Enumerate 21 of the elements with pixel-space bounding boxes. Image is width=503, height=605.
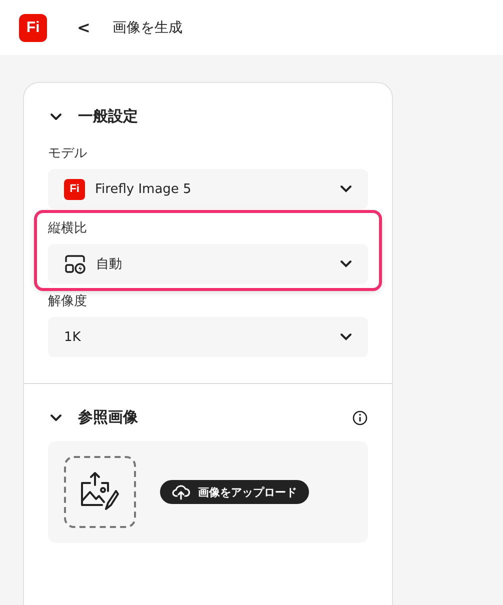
aspect-ratio-icon bbox=[64, 254, 86, 274]
cloud-upload-icon bbox=[172, 484, 190, 500]
section-title: 一般設定 bbox=[78, 107, 139, 126]
chevron-down-icon bbox=[340, 333, 352, 341]
drop-zone[interactable] bbox=[64, 456, 136, 528]
dropdown[interactable]: Fi Firefly Image 5 bbox=[48, 169, 368, 209]
field-label: 縦横比 bbox=[48, 220, 88, 237]
model-logo: Fi bbox=[64, 178, 85, 200]
image-upload-icon bbox=[78, 471, 122, 513]
dropdown[interactable]: 自動 bbox=[48, 244, 368, 284]
back-button[interactable]: < bbox=[73, 18, 94, 37]
upload-button[interactable]: 画像をアップロード bbox=[160, 480, 309, 504]
chevron-down-icon bbox=[340, 260, 352, 268]
chevron-down-icon bbox=[340, 185, 352, 193]
dropdown[interactable]: 1K bbox=[48, 317, 368, 357]
info-icon[interactable] bbox=[352, 410, 368, 426]
page-title: 画像を生成 bbox=[112, 18, 182, 36]
field-label: モデル bbox=[48, 145, 88, 162]
field-label: 解像度 bbox=[48, 293, 88, 310]
section-title: 参照画像 bbox=[78, 408, 139, 427]
app-logo: Fi bbox=[19, 14, 47, 42]
